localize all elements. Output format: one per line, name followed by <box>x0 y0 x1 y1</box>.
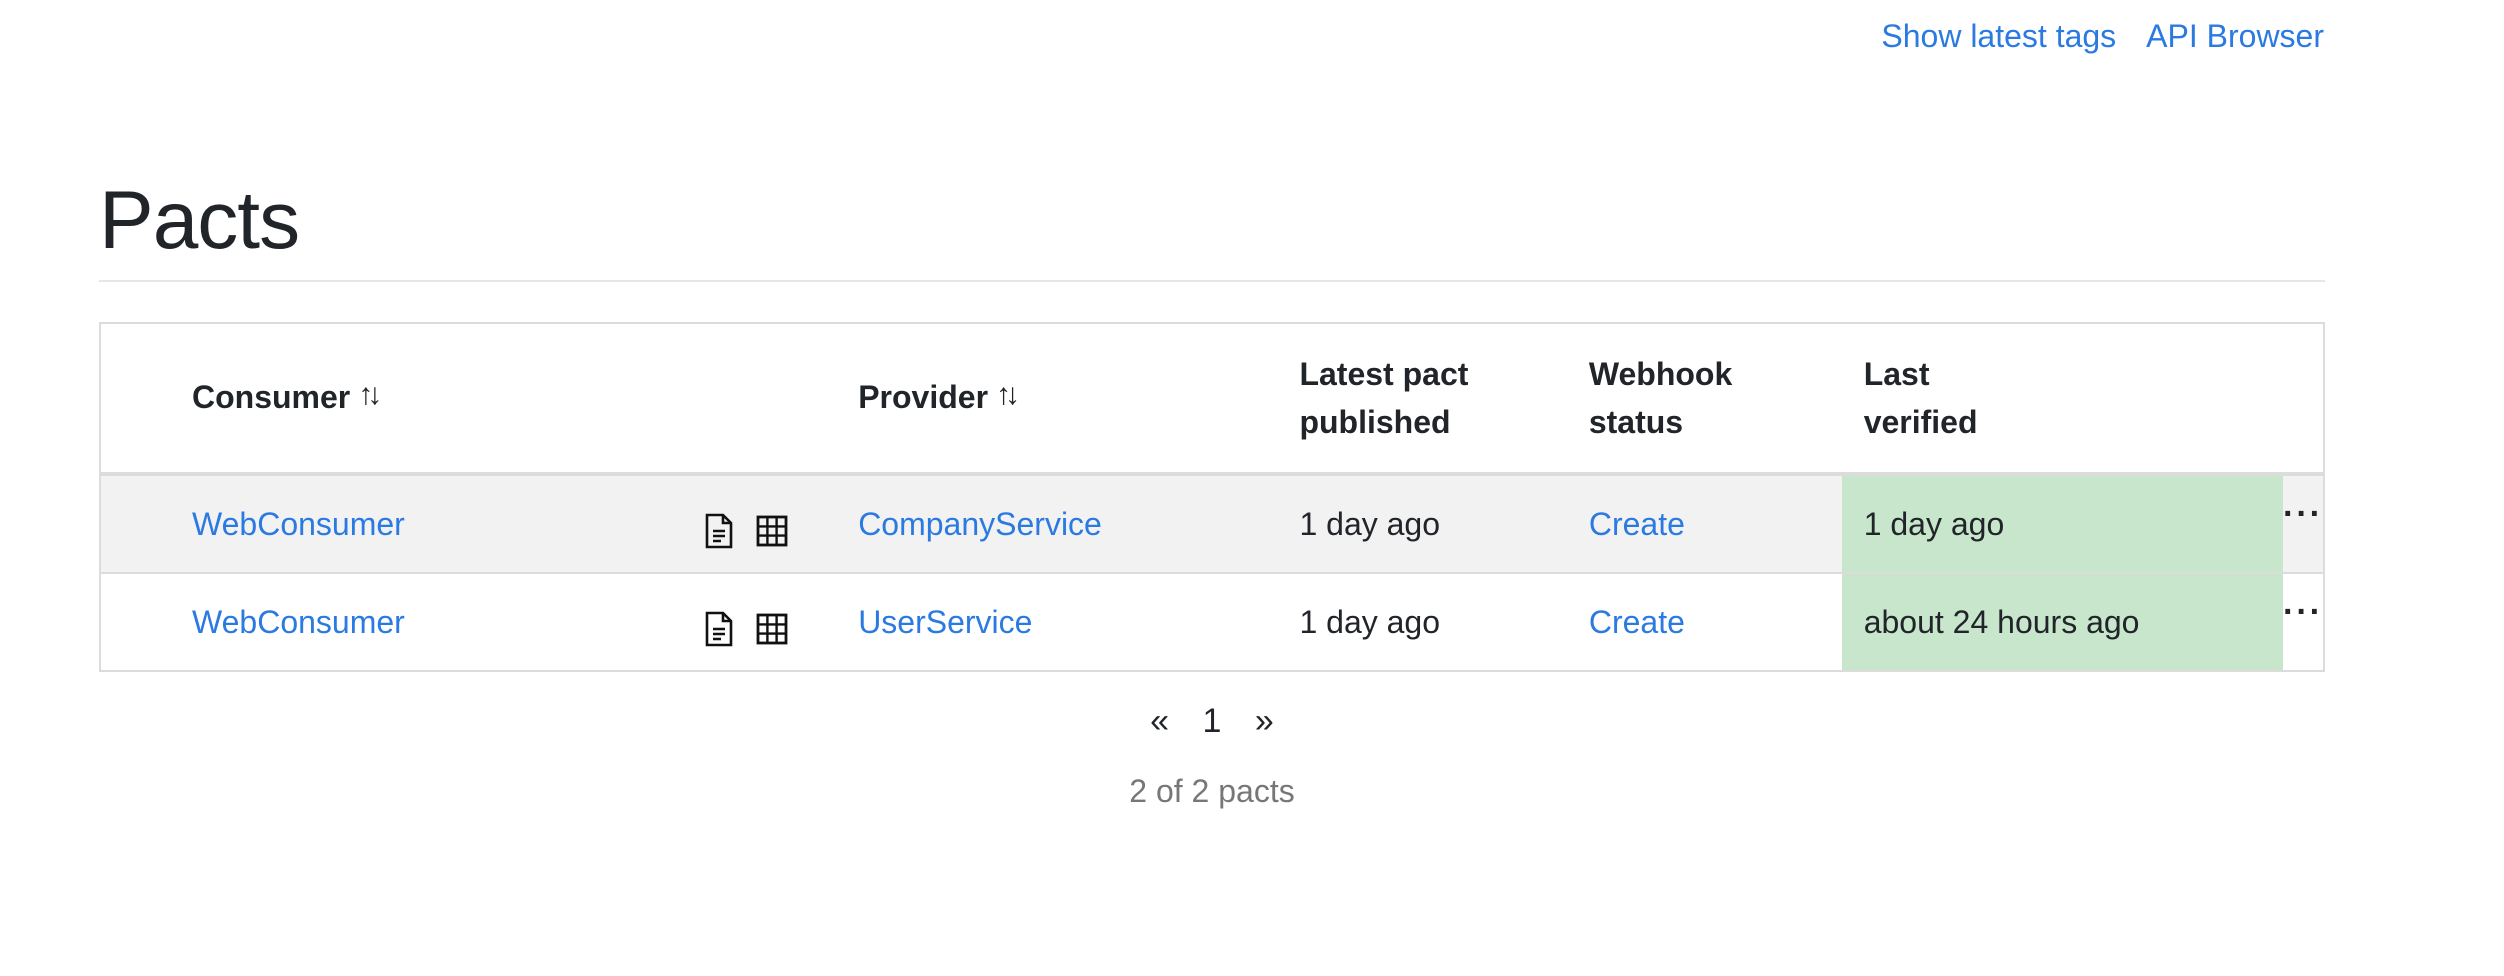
actions-column-header <box>2283 323 2324 477</box>
last-verified-header-line1: Last <box>1863 356 1930 393</box>
consumer-link[interactable]: WebConsumer <box>192 506 405 542</box>
matrix-grid-icon[interactable] <box>756 611 788 647</box>
title-divider <box>99 280 2325 283</box>
document-icon[interactable] <box>703 513 735 549</box>
webhook-status-cell: Create <box>1588 473 1842 574</box>
top-navigation: Show latest tags API Browser <box>1881 18 2324 55</box>
provider-link[interactable]: UserService <box>858 604 1032 640</box>
latest-pact-header-line1: Latest pact <box>1299 356 1469 393</box>
show-latest-tags-link[interactable]: Show latest tags <box>1881 18 2116 55</box>
webhook-status-cell: Create <box>1588 572 1842 672</box>
pact-icons-cell <box>703 473 859 574</box>
actions-cell: ··· <box>2283 473 2324 574</box>
pagination-next[interactable]: » <box>1255 702 1274 741</box>
api-browser-link[interactable]: API Browser <box>2146 18 2324 55</box>
provider-cell: UserService <box>858 572 1300 672</box>
page-title: Pacts <box>99 175 300 266</box>
consumer-header-label: Consumer <box>192 379 351 416</box>
ellipsis-icon[interactable]: ··· <box>2283 595 2323 629</box>
provider-column-header[interactable]: Provider ↑↓ <box>858 323 1300 477</box>
document-icon[interactable] <box>703 611 735 647</box>
matrix-grid-icon[interactable] <box>756 513 788 549</box>
latest-pact-published-cell: 1 day ago <box>1299 572 1589 672</box>
icons-column-header <box>703 323 859 477</box>
last-verified-cell: about 24 hours ago <box>1841 572 2284 672</box>
ellipsis-icon[interactable]: ··· <box>2283 497 2323 531</box>
consumer-link[interactable]: WebConsumer <box>192 604 405 640</box>
table-header-row: Consumer ↑↓ Provider ↑↓ Latest pact publis… <box>100 323 2324 477</box>
pact-count: 2 of 2 pacts <box>1129 773 1295 810</box>
latest-pact-published-column-header: Latest pact published <box>1299 323 1589 477</box>
last-verified-column-header: Last verified <box>1841 323 2284 477</box>
provider-link[interactable]: CompanyService <box>858 506 1102 542</box>
pagination-prev[interactable]: « <box>1150 702 1169 741</box>
webhook-status-column-header: Webhook status <box>1588 323 1842 477</box>
create-webhook-link[interactable]: Create <box>1589 506 1685 542</box>
pacts-table: Consumer ↑↓ Provider ↑↓ Latest pact publis… <box>99 322 2325 673</box>
last-verified-cell: 1 day ago <box>1841 473 2284 574</box>
consumer-cell: WebConsumer <box>100 473 704 574</box>
actions-cell: ··· <box>2283 572 2324 672</box>
webhook-header-line2: status <box>1588 404 1684 441</box>
sort-arrows-icon[interactable]: ↑↓ <box>996 371 1020 419</box>
consumer-cell: WebConsumer <box>100 572 704 672</box>
create-webhook-link[interactable]: Create <box>1589 604 1685 640</box>
latest-pact-published-cell: 1 day ago <box>1299 473 1589 574</box>
pagination-page-1[interactable]: 1 <box>1203 702 1222 741</box>
last-verified-header-line2: verified <box>1863 404 1978 441</box>
pact-icons-cell <box>703 572 859 672</box>
webhook-header-line1: Webhook <box>1588 356 1733 393</box>
provider-cell: CompanyService <box>858 473 1300 574</box>
sort-arrows-icon[interactable]: ↑↓ <box>358 371 382 419</box>
page-content: Pacts Consumer ↑↓ Provider ↑↓ Latest pact … <box>99 175 2325 810</box>
table-row: WebConsumer UserService 1 day ago Create… <box>100 572 2324 672</box>
consumer-column-header[interactable]: Consumer ↑↓ <box>100 323 704 477</box>
pagination: « 1 » <box>99 702 2325 741</box>
provider-header-label: Provider <box>858 379 989 416</box>
table-row: WebConsumer CompanyService 1 day ago Cre… <box>100 473 2324 574</box>
latest-pact-header-line2: published <box>1299 404 1451 441</box>
